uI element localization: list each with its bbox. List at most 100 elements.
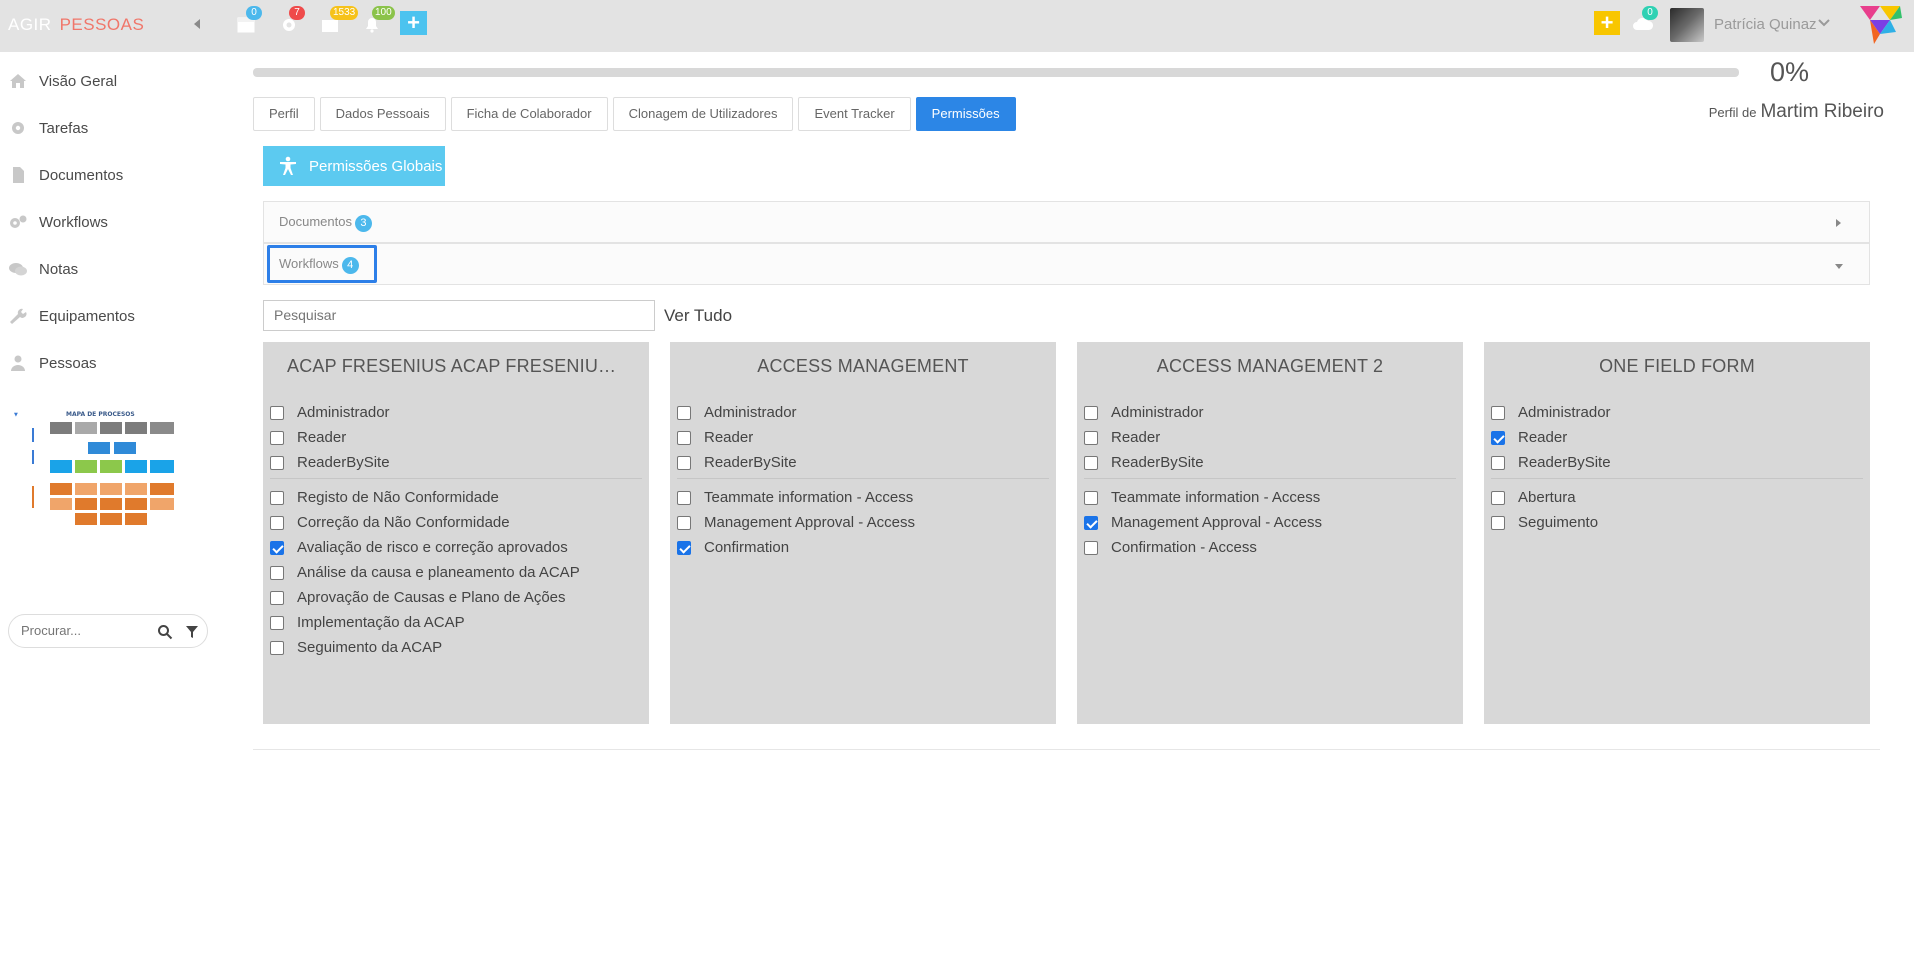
permission-row[interactable]: Registo de Não Conformidade: [270, 485, 642, 510]
collapse-sidebar-icon[interactable]: [194, 19, 200, 29]
sidebar-item-workflows[interactable]: Workflows: [0, 202, 215, 242]
sidebar-item-pessoas[interactable]: Pessoas: [0, 343, 215, 383]
permission-row[interactable]: Confirmation: [677, 535, 1049, 560]
tab-event-tracker[interactable]: Event Tracker: [798, 97, 911, 131]
permission-checkbox[interactable]: [270, 455, 284, 470]
avatar[interactable]: [1670, 8, 1704, 42]
chevron-right-icon[interactable]: [1836, 219, 1841, 227]
tab-permissoes[interactable]: Permissões: [915, 97, 1016, 131]
permission-checkbox[interactable]: [270, 615, 284, 630]
permission-checkbox[interactable]: [270, 405, 284, 420]
tab-perfil[interactable]: Perfil: [253, 97, 315, 131]
sidebar-item-notas[interactable]: Notas: [0, 249, 215, 289]
sidebar-search[interactable]: [8, 614, 208, 648]
permission-row[interactable]: ReaderBySite: [677, 450, 1049, 475]
quick-add-button[interactable]: +: [1594, 11, 1620, 35]
sidebar-search-input[interactable]: [21, 623, 151, 638]
permission-row[interactable]: ReaderBySite: [1491, 450, 1863, 475]
permission-checkbox[interactable]: [270, 640, 284, 655]
user-name[interactable]: Patrícia Quinaz: [1714, 16, 1817, 33]
calendar-icon[interactable]: 0: [236, 6, 262, 34]
permission-row[interactable]: Correção da Não Conformidade: [270, 510, 642, 535]
permission-checkbox[interactable]: [1084, 490, 1098, 505]
filter-icon[interactable]: [185, 624, 199, 640]
permission-row[interactable]: Management Approval - Access: [677, 510, 1049, 535]
permission-checkbox[interactable]: [270, 515, 284, 530]
permission-checkbox[interactable]: [270, 590, 284, 605]
permission-checkbox[interactable]: [1084, 455, 1098, 470]
permission-label: Teammate information - Access: [1111, 489, 1321, 506]
permission-checkbox[interactable]: [270, 540, 284, 555]
permission-checkbox[interactable]: [677, 430, 691, 445]
permission-row[interactable]: Confirmation - Access: [1084, 535, 1456, 560]
search-icon[interactable]: [157, 624, 173, 640]
tab-dados-pessoais[interactable]: Dados Pessoais: [319, 97, 446, 131]
permission-row[interactable]: Reader: [270, 425, 642, 450]
sidebar-item-documentos[interactable]: Documentos: [0, 155, 215, 195]
permission-checkbox[interactable]: [1491, 515, 1505, 530]
permission-row[interactable]: Teammate information - Access: [1084, 485, 1456, 510]
permission-row[interactable]: Seguimento da ACAP: [270, 635, 642, 660]
permission-row[interactable]: Teammate information - Access: [677, 485, 1049, 510]
permission-row[interactable]: ReaderBySite: [270, 450, 642, 475]
permission-list: Administrador Reader ReaderBySite Registo d…: [270, 400, 642, 660]
permission-row[interactable]: ReaderBySite: [1084, 450, 1456, 475]
permission-row[interactable]: Análise da causa e planeamento da ACAP: [270, 560, 642, 585]
process-map-thumbnail[interactable]: ▼ MAPA DE PROCESOS: [12, 410, 184, 540]
divider: [1491, 478, 1863, 479]
add-button[interactable]: +: [400, 11, 427, 35]
chevron-down-icon[interactable]: [1818, 17, 1830, 31]
permission-row[interactable]: Implementação da ACAP: [270, 610, 642, 635]
permission-checkbox[interactable]: [677, 405, 691, 420]
permission-row[interactable]: Administrador: [677, 400, 1049, 425]
permission-checkbox[interactable]: [1491, 455, 1505, 470]
permission-checkbox[interactable]: [1084, 430, 1098, 445]
permission-checkbox[interactable]: [1084, 540, 1098, 555]
cloud-icon[interactable]: 0: [1632, 6, 1658, 34]
accordion-workflows[interactable]: Workflows 4: [263, 243, 1870, 285]
permission-checkbox[interactable]: [1084, 405, 1098, 420]
permission-row[interactable]: Reader: [677, 425, 1049, 450]
inbox-icon[interactable]: 1533: [320, 6, 359, 34]
permission-checkbox[interactable]: [677, 490, 691, 505]
sidebar-item-label: Documentos: [39, 166, 124, 184]
settings-icon[interactable]: 7: [279, 6, 305, 34]
permission-list: Administrador Reader ReaderBySite Teammate …: [1084, 400, 1456, 560]
chevron-down-icon[interactable]: [1835, 264, 1843, 269]
permission-row[interactable]: Reader: [1491, 425, 1863, 450]
permission-checkbox[interactable]: [1491, 490, 1505, 505]
permission-checkbox[interactable]: [270, 490, 284, 505]
sidebar-item-tarefas[interactable]: Tarefas: [0, 108, 215, 148]
tab-clonagem-de-utilizadores[interactable]: Clonagem de Utilizadores: [612, 97, 794, 131]
sidebar-item-equipamentos[interactable]: Equipamentos: [0, 296, 215, 336]
permission-row[interactable]: Administrador: [1491, 400, 1863, 425]
permission-row[interactable]: Administrador: [1084, 400, 1456, 425]
permission-checkbox[interactable]: [1084, 515, 1098, 530]
permission-row[interactable]: Management Approval - Access: [1084, 510, 1456, 535]
permission-row[interactable]: Seguimento: [1491, 510, 1863, 535]
document-icon: [8, 167, 28, 183]
progress-bar: [253, 68, 1739, 77]
permission-row[interactable]: Reader: [1084, 425, 1456, 450]
accordion-documentos[interactable]: Documentos 3: [263, 201, 1870, 243]
permission-row[interactable]: Aprovação de Causas e Plano de Ações: [270, 585, 642, 610]
permission-checkbox[interactable]: [677, 455, 691, 470]
sidebar-item-visao-geral[interactable]: Visão Geral: [0, 61, 215, 101]
tab-ficha-de-colaborador[interactable]: Ficha de Colaborador: [450, 97, 608, 131]
bell-icon[interactable]: 100: [362, 6, 395, 34]
permissions-search[interactable]: [263, 300, 655, 331]
permission-label: Avaliação de risco e correção aprovados: [297, 539, 568, 556]
permission-checkbox[interactable]: [677, 540, 691, 555]
ver-tudo-link[interactable]: Ver Tudo: [664, 306, 732, 326]
permission-checkbox[interactable]: [270, 565, 284, 580]
global-permissions-button[interactable]: Permissões Globais: [263, 146, 445, 186]
app-brand[interactable]: AGIR PESSOAS: [8, 15, 144, 35]
permission-checkbox[interactable]: [677, 515, 691, 530]
permissions-search-input[interactable]: [274, 301, 644, 329]
permission-checkbox[interactable]: [1491, 405, 1505, 420]
permission-row[interactable]: Abertura: [1491, 485, 1863, 510]
permission-checkbox[interactable]: [270, 430, 284, 445]
permission-row[interactable]: Avaliação de risco e correção aprovados: [270, 535, 642, 560]
permission-row[interactable]: Administrador: [270, 400, 642, 425]
permission-checkbox[interactable]: [1491, 430, 1505, 445]
